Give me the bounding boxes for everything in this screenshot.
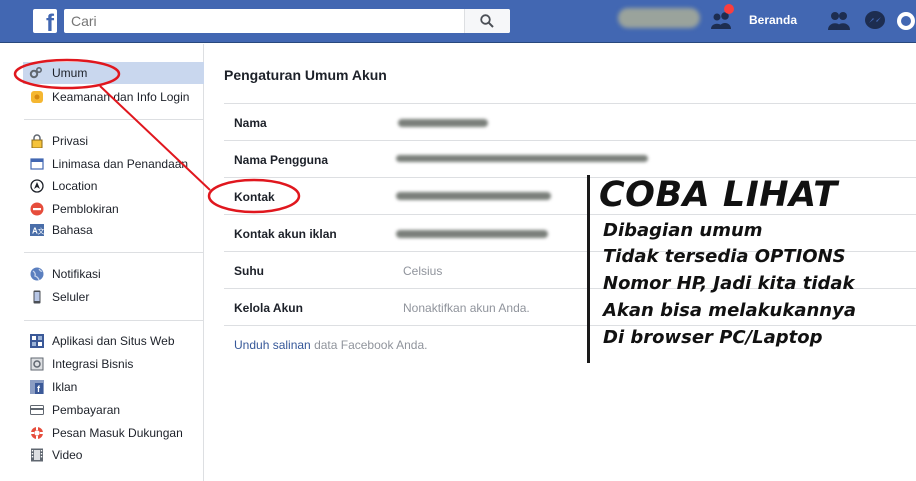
globe-icon — [30, 267, 44, 281]
search-icon — [480, 14, 494, 28]
search-button[interactable] — [464, 9, 510, 33]
sidebar-item-label: Bahasa — [52, 223, 93, 237]
timeline-icon — [30, 158, 44, 170]
sidebar-item-timeline[interactable]: Linimasa dan Penandaan — [24, 153, 204, 175]
sidebar-item-label: Pemblokiran — [52, 202, 119, 216]
sidebar-item-ads[interactable]: f Iklan — [24, 376, 204, 398]
sidebar-item-mobile[interactable]: Seluler — [24, 286, 204, 308]
card-icon — [30, 405, 44, 415]
title-divider — [224, 103, 916, 104]
name-value-blurred — [398, 119, 488, 127]
sidebar-item-label: Video — [52, 448, 83, 462]
sidebar-item-video[interactable]: Video — [24, 444, 204, 466]
sidebar-item-language[interactable]: A文 Bahasa — [24, 219, 204, 241]
sidebar-item-payments[interactable]: Pembayaran — [24, 399, 204, 421]
sidebar-item-label: Keamanan dan Info Login — [52, 90, 190, 104]
row-label: Nama Pengguna — [234, 153, 329, 167]
row-divider — [224, 325, 916, 326]
download-copy-link[interactable]: Unduh salinan — [234, 338, 311, 352]
row-value: Nonaktifkan akun Anda. — [403, 301, 530, 315]
apps-icon — [30, 334, 44, 348]
sidebar-item-label: Seluler — [52, 290, 90, 304]
sidebar-item-location[interactable]: Location — [24, 175, 204, 197]
mobile-icon — [33, 290, 41, 304]
sidebar-item-apps[interactable]: Aplikasi dan Situs Web — [24, 330, 204, 352]
ad-contact-value-blurred — [396, 230, 548, 238]
messenger-icon[interactable] — [863, 10, 887, 32]
home-link[interactable]: Beranda — [749, 13, 797, 27]
sidebar-item-label: Integrasi Bisnis — [52, 357, 134, 371]
film-icon — [31, 448, 43, 462]
row-label: Kontak — [234, 190, 275, 204]
annotation-line: Tidak tersedia OPTIONS — [603, 246, 846, 267]
sidebar-item-support-inbox[interactable]: Pesan Masuk Dukungan — [24, 422, 204, 444]
row-divider — [224, 140, 916, 141]
sidebar-item-privacy[interactable]: Privasi — [24, 130, 204, 152]
annotation-title: COBA LIHAT — [599, 175, 838, 215]
lock-icon — [31, 134, 43, 148]
language-icon: A文 — [30, 224, 45, 236]
contact-value-blurred — [396, 192, 551, 200]
annotation-divider — [587, 175, 590, 363]
sidebar-item-label: Privasi — [52, 134, 89, 148]
download-copy-text: data Facebook Anda. — [310, 338, 428, 352]
sidebar-item-label: Pembayaran — [52, 403, 121, 417]
sidebar-item-business-integrations[interactable]: Integrasi Bisnis — [24, 353, 204, 375]
sidebar-item-label: Pesan Masuk Dukungan — [52, 426, 183, 440]
sidebar-item-notifications[interactable]: Notifikasi — [24, 263, 204, 285]
sidebar-item-label: Notifikasi — [52, 267, 101, 281]
sidebar-item-label: Aplikasi dan Situs Web — [52, 334, 175, 348]
row-label: Suhu — [234, 264, 264, 278]
location-icon — [30, 179, 44, 193]
search-input[interactable] — [64, 9, 464, 33]
sidebar-divider — [24, 252, 204, 253]
username-value-blurred — [396, 155, 648, 162]
lifebuoy-icon — [31, 427, 43, 439]
svg-text:文: 文 — [38, 227, 45, 236]
block-icon — [30, 202, 44, 216]
gears-icon — [29, 66, 43, 79]
annotation-line: Di browser PC/Laptop — [603, 327, 823, 348]
top-navigation-bar: f Beranda — [0, 0, 916, 43]
profile-name-blurred[interactable] — [618, 8, 700, 28]
sidebar-item-umum[interactable]: Umum — [23, 62, 204, 84]
sidebar-divider — [24, 119, 204, 120]
row-label: Kontak akun iklan — [234, 227, 337, 241]
sidebar-divider — [24, 320, 204, 321]
sidebar-item-security[interactable]: Keamanan dan Info Login — [24, 86, 204, 108]
sidebar-item-label: Location — [52, 179, 98, 193]
ads-icon: f — [30, 380, 44, 394]
sidebar-item-label: Iklan — [52, 380, 78, 394]
row-label: Kelola Akun — [234, 301, 303, 315]
sidebar-item-label: Umum — [52, 66, 88, 80]
page-title: Pengaturan Umum Akun — [224, 67, 387, 83]
annotation-line: Nomor HP, Jadi kita tidak — [603, 273, 855, 294]
sidebar-item-blocking[interactable]: Pemblokiran — [24, 198, 204, 220]
shield-badge-icon — [31, 91, 43, 103]
notifications-globe-icon[interactable] — [895, 10, 916, 32]
sidebar-item-label: Linimasa dan Penandaan — [52, 157, 189, 171]
search-box — [64, 9, 510, 33]
annotation-line: Akan bisa melakukannya — [603, 300, 857, 321]
business-icon — [30, 357, 44, 371]
row-value: Celsius — [403, 264, 443, 278]
facebook-logo-icon[interactable]: f — [33, 9, 57, 36]
row-label: Nama — [234, 116, 267, 130]
friends-icon[interactable] — [827, 10, 851, 32]
notification-dot — [724, 4, 734, 14]
download-copy-line: Unduh salinan data Facebook Anda. — [234, 338, 428, 352]
annotation-line: Dibagian umum — [603, 220, 763, 241]
